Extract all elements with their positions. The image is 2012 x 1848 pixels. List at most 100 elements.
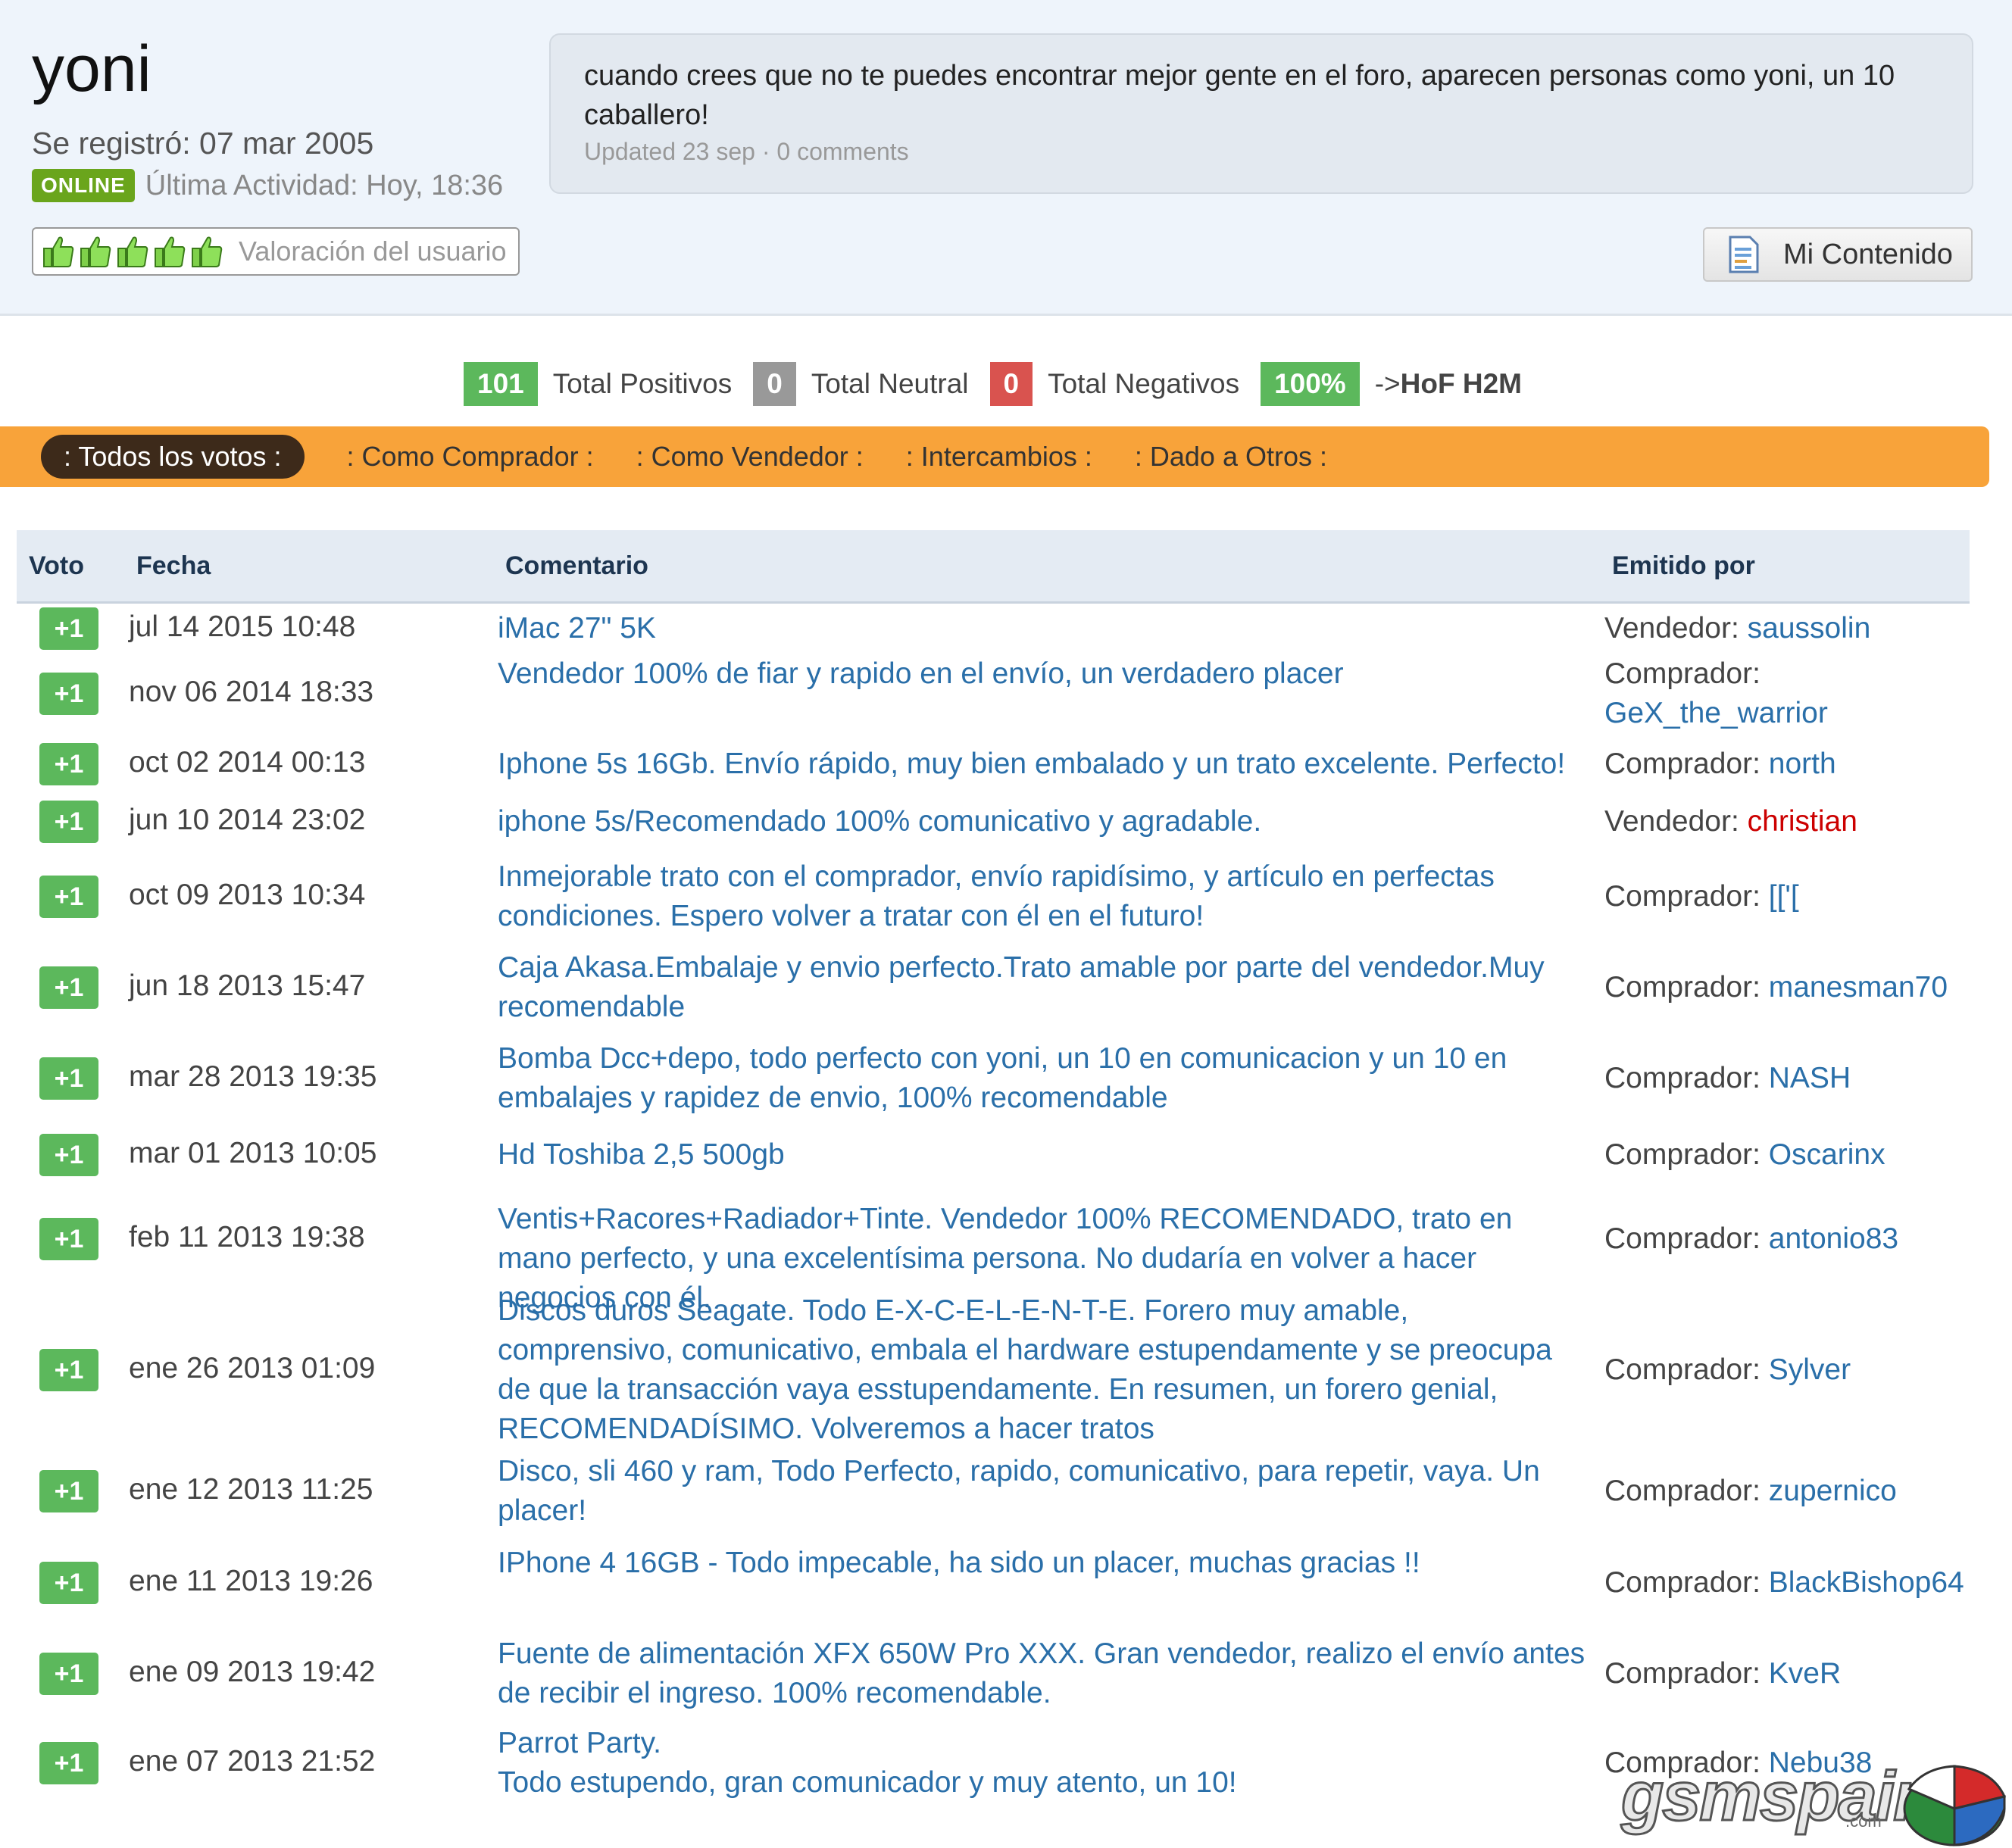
vote-comment[interactable]: Iphone 5s 16Gb. Envío rápido, muy bien e… [498, 745, 1589, 784]
neutral-label: Total Neutral [811, 368, 969, 399]
emitter-user-link[interactable]: manesman70 [1769, 971, 1948, 1004]
table-row: +1 ene 11 2013 19:26 IPhone 4 16GB - Todo … [0, 1536, 2012, 1630]
emitter-user-link[interactable]: Sylver [1769, 1353, 1851, 1386]
emitter-user-link[interactable]: north [1769, 748, 1836, 780]
table-row: +1 mar 28 2013 19:35 Bomba Dcc+depo, todo … [0, 1032, 2012, 1125]
vote-badge: +1 [39, 1742, 98, 1784]
table-row: +1 ene 26 2013 01:09 Discos duros Seagate.… [0, 1294, 2012, 1447]
online-status-row: ONLINE Última Actividad: Hoy, 18:36 [32, 168, 503, 203]
emitter-role: Comprador: [1604, 1353, 1769, 1386]
vote-badge: +1 [39, 1653, 98, 1695]
table-row: +1 nov 06 2014 18:33 Vendedor 100% de fiar… [0, 653, 2012, 735]
header-emitido-por: Emitido por [1612, 551, 1755, 580]
vote-badge: +1 [39, 876, 98, 918]
vote-comment[interactable]: Hd Toshiba 2,5 500gb [498, 1135, 1589, 1175]
hof-prefix: -> [1374, 368, 1401, 399]
emitter-role: Comprador: [1604, 748, 1769, 780]
table-row: +1 ene 09 2013 19:42 Fuente de alimentació… [0, 1630, 2012, 1718]
thumbs-up-icon [117, 236, 148, 267]
vote-date: ene 11 2013 19:26 [129, 1565, 373, 1597]
neutral-count: 0 [753, 362, 796, 406]
vote-badge: +1 [39, 1218, 98, 1260]
filter-todos[interactable]: : Todos los votos : [41, 435, 305, 479]
emitter-user-link[interactable]: christian [1748, 805, 1857, 838]
filter-dado-a-otros[interactable]: : Dado a Otros : [1135, 441, 1327, 473]
vote-comment[interactable]: iMac 27" 5K [498, 609, 1589, 648]
vote-emitter: Comprador: BlackBishop64 [1604, 1563, 1968, 1603]
thumbs-up-icon [192, 236, 223, 267]
vote-emitter: Comprador: zupernico [1604, 1472, 1968, 1511]
votes-table-body: +1 jul 14 2015 10:48 iMac 27" 5K Vendedor: … [0, 604, 2012, 1809]
table-row: +1 jun 10 2014 23:02 iphone 5s/Recomendado… [0, 794, 2012, 850]
positive-label: Total Positivos [552, 368, 733, 399]
vote-date: jun 10 2014 23:02 [129, 804, 366, 836]
emitter-role: Comprador: [1604, 971, 1769, 1004]
status-text: cuando crees que no te puedes encontrar … [584, 60, 1895, 131]
vote-emitter: Comprador: [['[ [1604, 877, 1968, 916]
status-message-box: cuando crees que no te puedes encontrar … [549, 33, 1973, 194]
vote-emitter: Comprador: GeX_the_warrior [1604, 654, 1968, 733]
vote-comment[interactable]: Disco, sli 460 y ram, Todo Perfecto, rap… [498, 1452, 1589, 1531]
vote-emitter: Comprador: Sylver [1604, 1350, 1968, 1390]
table-row: +1 jul 14 2015 10:48 iMac 27" 5K Vendedor: … [0, 604, 2012, 653]
vote-badge: +1 [39, 743, 98, 785]
vote-totals: 101 Total Positivos 0 Total Neutral 0 To… [464, 362, 1522, 406]
vote-comment[interactable]: iphone 5s/Recomendado 100% comunicativo … [498, 802, 1589, 841]
emitter-role: Comprador: [1604, 1657, 1769, 1690]
emitter-role: Comprador: [1604, 1222, 1769, 1255]
emitter-user-link[interactable]: zupernico [1769, 1475, 1897, 1507]
vote-comment[interactable]: Fuente de alimentación XFX 650W Pro XXX.… [498, 1634, 1589, 1713]
vote-date: oct 09 2013 10:34 [129, 879, 366, 911]
vote-comment[interactable]: Parrot Party. Todo estupendo, gran comun… [498, 1724, 1589, 1803]
username: yoni [32, 33, 152, 105]
vote-filter-bar: : Todos los votos : : Como Comprador : :… [0, 426, 1989, 487]
table-row: +1 mar 01 2013 10:05 Hd Toshiba 2,5 500gb C… [0, 1125, 2012, 1185]
emitter-user-link[interactable]: [['[ [1769, 880, 1799, 913]
vote-comment[interactable]: Inmejorable trato con el comprador, enví… [498, 857, 1589, 936]
table-row: +1 oct 02 2014 00:13 Iphone 5s 16Gb. Envío… [0, 735, 2012, 794]
vote-emitter: Comprador: manesman70 [1604, 968, 1968, 1007]
vote-date: oct 02 2014 00:13 [129, 746, 366, 779]
document-icon [1729, 236, 1759, 273]
vote-date: feb 11 2013 19:38 [129, 1221, 365, 1253]
user-rating[interactable]: Valoración del usuario [32, 227, 520, 276]
vote-badge: +1 [39, 1134, 98, 1176]
vote-comment[interactable]: IPhone 4 16GB - Todo impecable, ha sido … [498, 1544, 1589, 1583]
filter-comprador[interactable]: : Como Comprador : [347, 441, 594, 473]
vote-badge: +1 [39, 1057, 98, 1100]
thumbs-up-icon [43, 236, 74, 267]
rating-label: Valoración del usuario [239, 236, 507, 267]
emitter-role: Comprador: [1604, 1062, 1769, 1094]
vote-date: jun 18 2013 15:47 [129, 969, 366, 1002]
vote-badge: +1 [39, 673, 98, 715]
vote-badge: +1 [39, 966, 98, 1009]
vote-date: ene 26 2013 01:09 [129, 1352, 376, 1384]
filter-vendedor[interactable]: : Como Vendedor : [636, 441, 864, 473]
hof-link[interactable]: HoF H2M [1401, 368, 1522, 400]
emitter-user-link[interactable]: NASH [1769, 1062, 1851, 1094]
vote-date: ene 12 2013 11:25 [129, 1473, 373, 1506]
emitter-role: Vendedor: [1604, 805, 1748, 838]
emitter-role: Comprador: [1604, 880, 1769, 913]
emitter-user-link[interactable]: GeX_the_warrior [1604, 697, 1828, 729]
emitter-user-link[interactable]: saussolin [1748, 612, 1871, 645]
vote-date: ene 09 2013 19:42 [129, 1656, 376, 1688]
emitter-user-link[interactable]: KveR [1769, 1657, 1841, 1690]
vote-emitter: Comprador: Oscarinx [1604, 1135, 1968, 1175]
mi-contenido-button[interactable]: Mi Contenido [1703, 227, 1973, 282]
emitter-user-link[interactable]: BlackBishop64 [1769, 1566, 1964, 1599]
vote-comment[interactable]: Bomba Dcc+depo, todo perfecto con yoni, … [498, 1039, 1589, 1118]
vote-comment[interactable]: Discos duros Seagate. Todo E-X-C-E-L-E-N… [498, 1291, 1589, 1449]
filter-intercambios[interactable]: : Intercambios : [906, 441, 1092, 473]
vote-date: mar 28 2013 19:35 [129, 1060, 377, 1093]
logo-text: gsmspain [1620, 1757, 1936, 1837]
join-date: Se registró: 07 mar 2005 [32, 126, 374, 161]
vote-emitter: Vendedor: saussolin [1604, 609, 1968, 648]
vote-comment[interactable]: Caja Akasa.Embalaje y envio perfecto.Tra… [498, 948, 1589, 1027]
profile-header: yoni Se registró: 07 mar 2005 ONLINE Últ… [0, 0, 2012, 316]
status-meta[interactable]: Updated 23 sep · 0 comments [584, 138, 1939, 166]
vote-date: ene 07 2013 21:52 [129, 1745, 376, 1778]
emitter-user-link[interactable]: Oscarinx [1769, 1138, 1885, 1171]
emitter-user-link[interactable]: antonio83 [1769, 1222, 1898, 1255]
vote-comment[interactable]: Vendedor 100% de fiar y rapido en el env… [498, 654, 1589, 694]
